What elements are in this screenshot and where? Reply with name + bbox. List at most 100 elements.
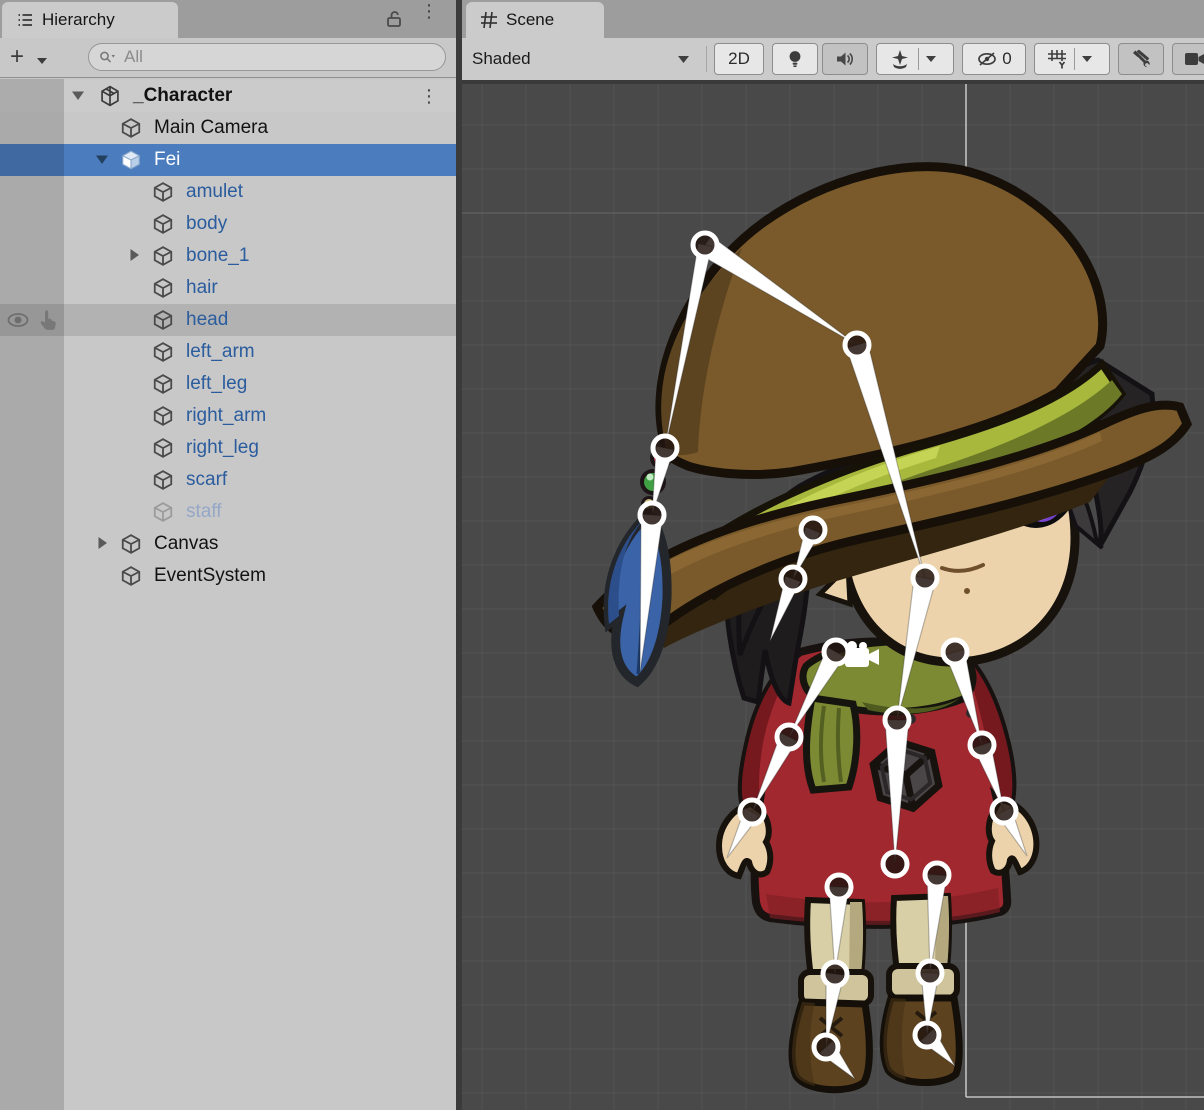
grid-caret-icon[interactable]	[1077, 55, 1097, 63]
camera-icon	[1184, 51, 1204, 67]
tree-row-label: Canvas	[154, 533, 218, 555]
lighting-toggle-button[interactable]	[772, 43, 818, 75]
scene-tabbar: Scene	[462, 0, 1204, 38]
plus-icon[interactable]: +	[10, 45, 24, 69]
hierarchy-tree[interactable]: _Character ⋮ Main Camera Fei amulet body…	[0, 79, 456, 1110]
cube-icon	[120, 565, 142, 587]
scene-viewport[interactable]	[462, 84, 1204, 1110]
cube-icon	[152, 277, 174, 299]
search-input[interactable]	[122, 46, 435, 68]
search-icon	[99, 50, 116, 65]
effects-icon	[890, 49, 910, 69]
scene-visibility-button[interactable]: 0	[962, 43, 1026, 75]
bone-joint[interactable]	[781, 567, 805, 591]
draw-mode-label: Shaded	[472, 49, 531, 69]
bone-joint[interactable]	[823, 962, 847, 986]
tree-row-EventSystem[interactable]: EventSystem	[0, 560, 456, 592]
foldout-caret-icon[interactable]	[92, 153, 112, 168]
effects-toggle-button[interactable]	[876, 43, 954, 75]
pick-hand-icon[interactable]	[36, 309, 58, 331]
toolbar-separator	[706, 46, 707, 72]
cube-icon	[120, 117, 142, 139]
cube-icon	[152, 469, 174, 491]
bone-joint[interactable]	[640, 503, 664, 527]
dropdown-caret-icon[interactable]	[36, 52, 48, 70]
chin-mark	[964, 588, 970, 594]
bone-joint[interactable]	[777, 725, 801, 749]
foldout-caret-icon[interactable]	[92, 536, 112, 553]
scene-header-row[interactable]: _Character ⋮	[0, 80, 456, 112]
2d-toggle-button[interactable]: 2D	[714, 43, 764, 75]
tab-scene-label: Scene	[506, 10, 554, 30]
cube-icon	[152, 437, 174, 459]
bone-joint[interactable]	[915, 1023, 939, 1047]
bone-joint[interactable]	[913, 566, 937, 590]
cube-icon	[152, 373, 174, 395]
bone-joint[interactable]	[943, 640, 967, 664]
tool-settings-button[interactable]	[1118, 43, 1164, 75]
scene-header-label: _Character	[133, 85, 232, 107]
foldout-caret-icon[interactable]	[68, 89, 88, 104]
bone-joint[interactable]	[653, 436, 677, 460]
search-field[interactable]	[88, 43, 446, 71]
tree-row-right_leg[interactable]: right_leg	[0, 432, 456, 464]
tree-row-head[interactable]: head	[0, 304, 456, 336]
bone-joint[interactable]	[814, 1035, 838, 1059]
draw-mode-dropdown[interactable]: Shaded	[468, 43, 700, 75]
tree-row-left_arm[interactable]: left_arm	[0, 336, 456, 368]
bone-joint[interactable]	[883, 852, 907, 876]
tree-row-Fei[interactable]: Fei	[0, 144, 456, 176]
bone-joint[interactable]	[693, 233, 717, 257]
grid-visibility-icon	[1047, 49, 1067, 69]
eye-icon[interactable]	[6, 311, 30, 329]
tree-row-Main Camera[interactable]: Main Camera	[0, 112, 456, 144]
foldout-caret-icon[interactable]	[124, 248, 144, 265]
tree-row-label: right_arm	[186, 405, 266, 427]
camera-settings-button[interactable]	[1172, 43, 1204, 75]
cube-icon	[152, 181, 174, 203]
scene-header-kebab-icon[interactable]: ⋮	[420, 93, 438, 99]
hierarchy-tabbar: Hierarchy ⋮	[0, 0, 456, 38]
tab-hierarchy[interactable]: Hierarchy	[2, 2, 178, 38]
tree-row-label: hair	[186, 277, 218, 299]
cube-icon	[152, 405, 174, 427]
hierarchy-toolbar: +	[0, 38, 456, 78]
tree-row-Canvas[interactable]: Canvas	[0, 528, 456, 560]
hierarchy-panel: Hierarchy ⋮ +	[0, 0, 456, 1110]
bead-green-glint	[647, 474, 654, 481]
tree-row-hair[interactable]: hair	[0, 272, 456, 304]
tree-row-left_leg[interactable]: left_leg	[0, 368, 456, 400]
tree-row-bone_1[interactable]: bone_1	[0, 240, 456, 272]
bone-joint[interactable]	[992, 799, 1016, 823]
tree-row-label: Main Camera	[154, 117, 268, 139]
lightbulb-icon	[786, 49, 804, 69]
grid-visibility-button[interactable]	[1034, 43, 1110, 75]
hierarchy-kebab-menu-icon[interactable]: ⋮	[420, 8, 438, 14]
bone-joint[interactable]	[918, 961, 942, 985]
bone-joint[interactable]	[827, 875, 851, 899]
tree-row-label: bone_1	[186, 245, 249, 267]
scene-canvas[interactable]	[462, 84, 1204, 1110]
bone-joint[interactable]	[801, 518, 825, 542]
cube-icon	[152, 501, 174, 523]
tree-row-body[interactable]: body	[0, 208, 456, 240]
tree-row-scarf[interactable]: scarf	[0, 464, 456, 496]
bone-joint[interactable]	[970, 733, 994, 757]
button-divider	[1074, 48, 1075, 70]
tree-row-amulet[interactable]: amulet	[0, 176, 456, 208]
effects-caret-icon[interactable]	[921, 55, 941, 63]
tree-row-right_arm[interactable]: right_arm	[0, 400, 456, 432]
tab-scene[interactable]: Scene	[466, 2, 604, 38]
bone-joint[interactable]	[845, 333, 869, 357]
bone-joint[interactable]	[925, 863, 949, 887]
unity-scene-icon	[98, 84, 120, 106]
audio-toggle-button[interactable]	[822, 43, 868, 75]
bone-joint[interactable]	[740, 800, 764, 824]
bone-joint[interactable]	[885, 708, 909, 732]
bone-joint[interactable]	[824, 640, 848, 664]
tree-row-label: head	[186, 309, 228, 331]
cube-icon	[152, 213, 174, 235]
tree-row-staff[interactable]: staff	[0, 496, 456, 528]
unlock-icon[interactable]	[384, 9, 404, 34]
tree-row-label: amulet	[186, 181, 243, 203]
